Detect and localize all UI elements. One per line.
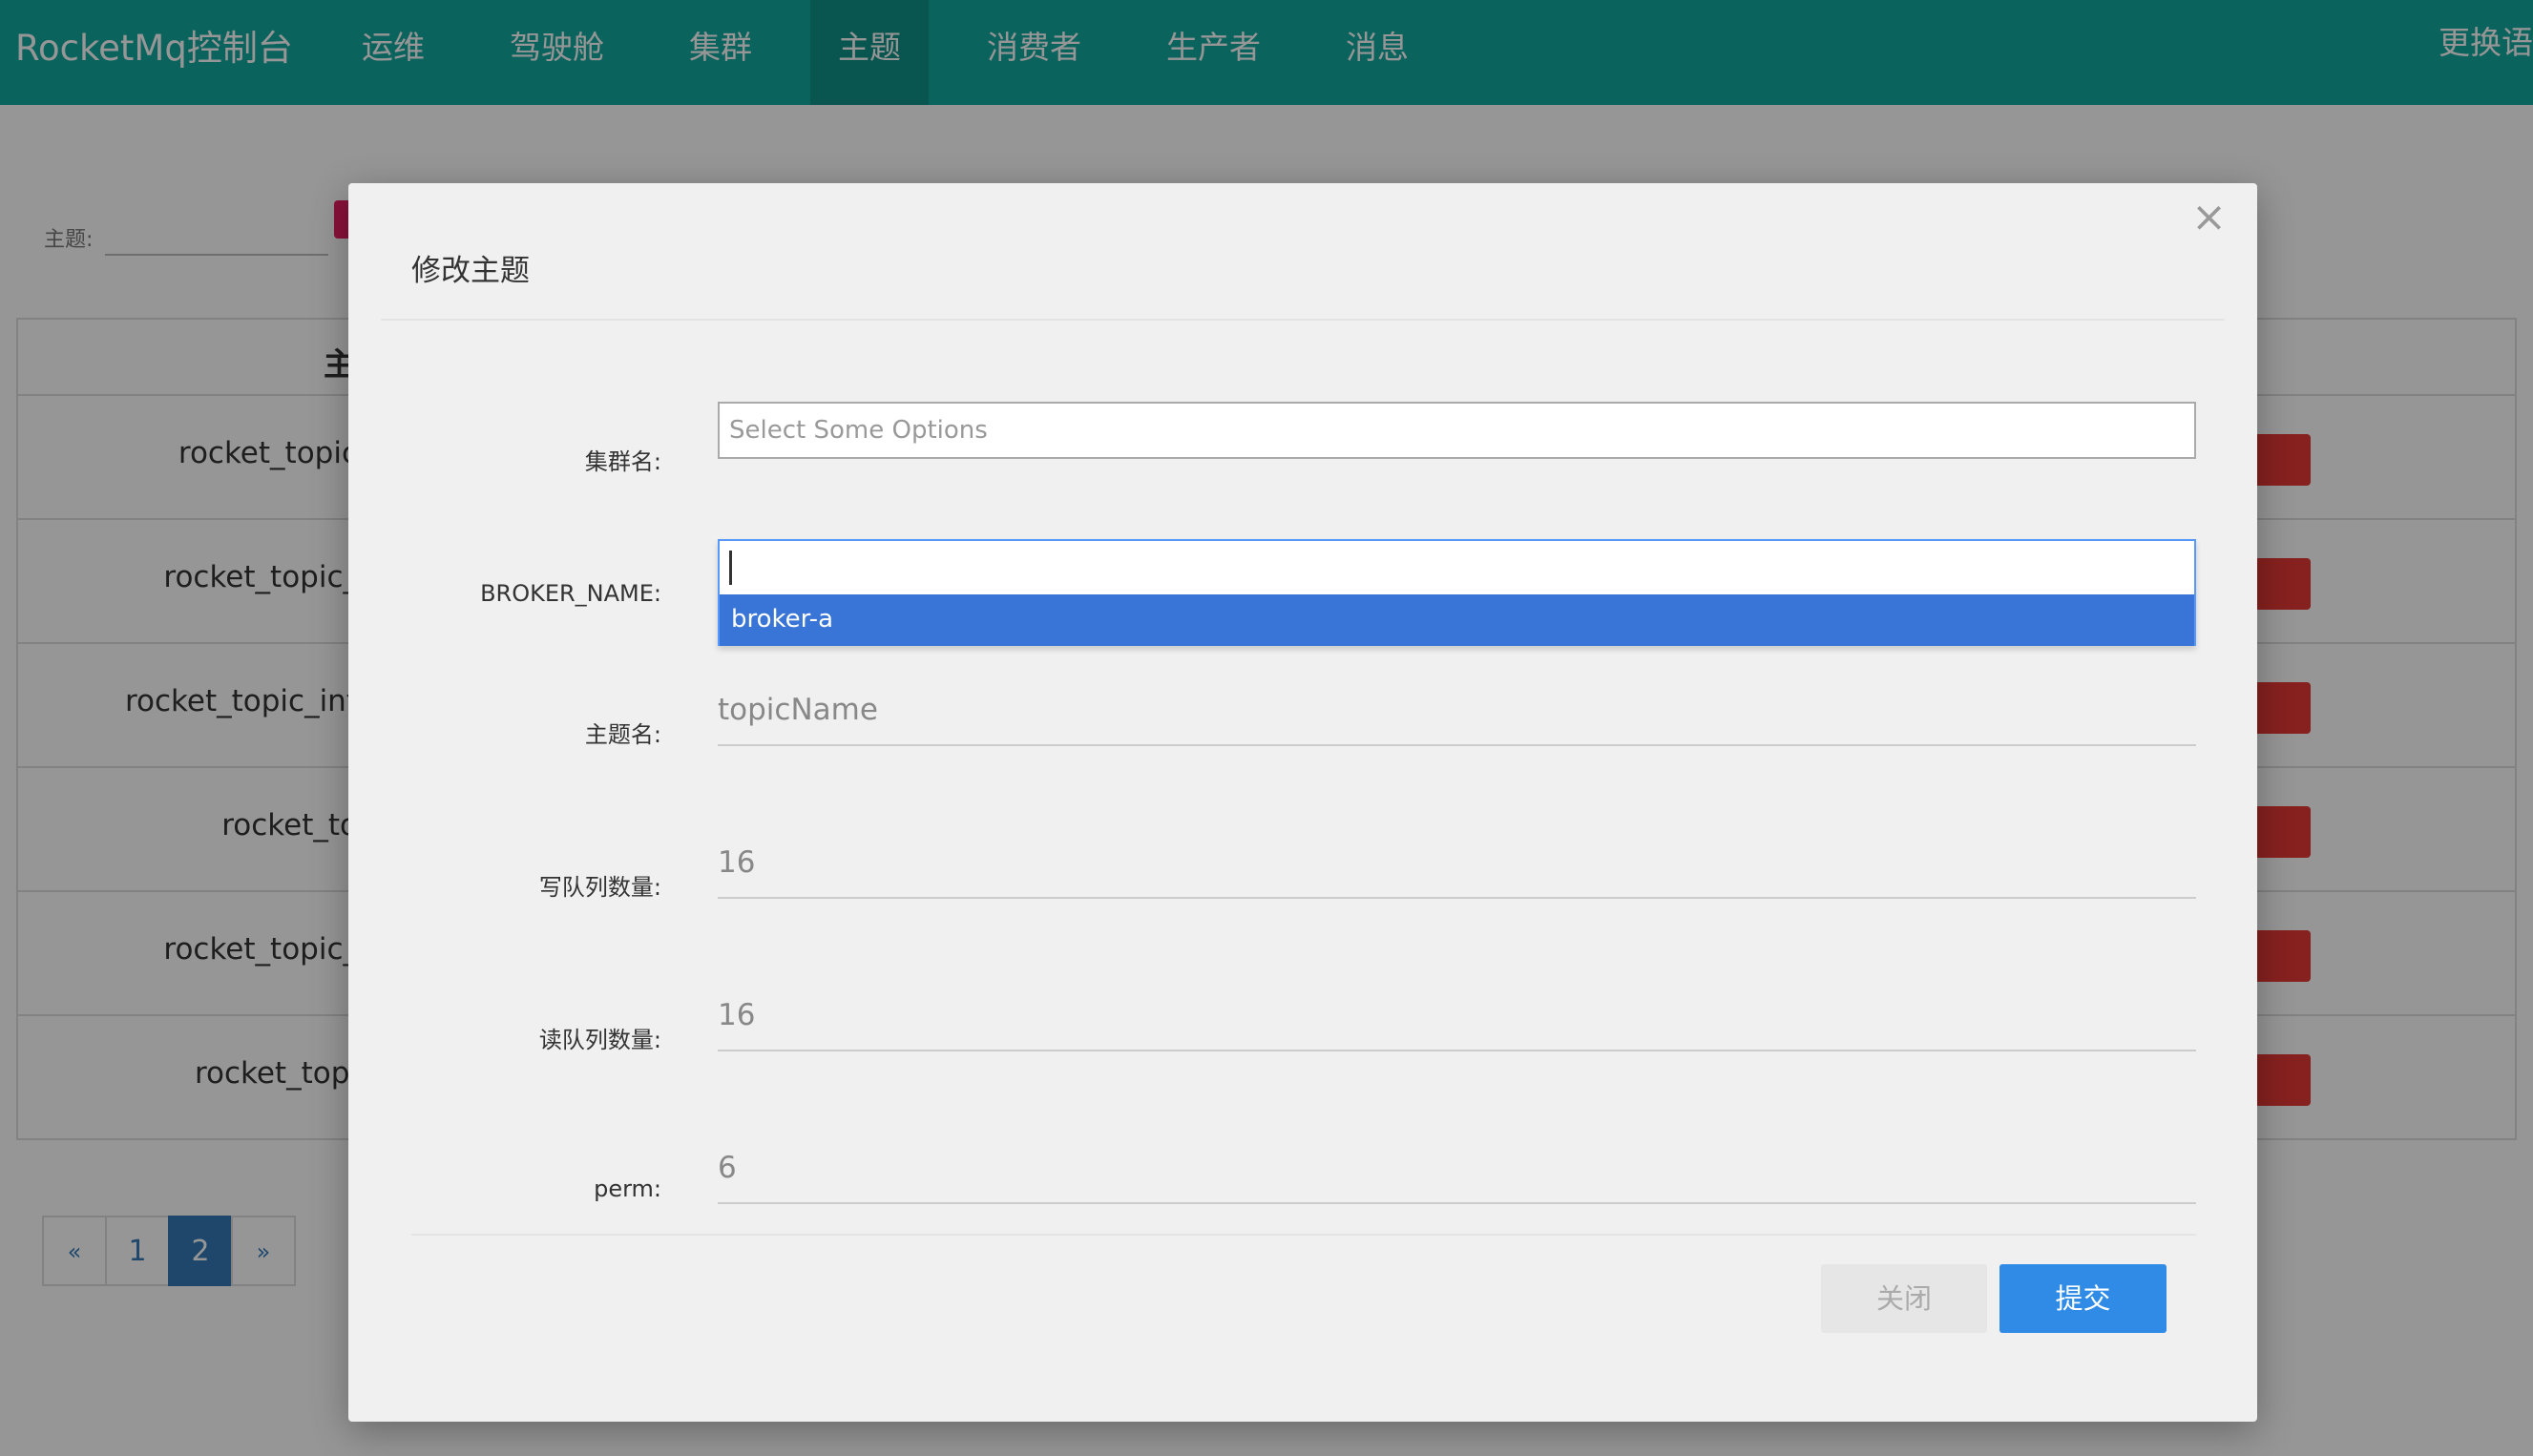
write-queue-label: 写队列数量:	[538, 874, 661, 901]
broker-label: BROKER_NAME:	[480, 580, 661, 607]
broker-select[interactable]: broker-a	[718, 539, 2196, 646]
modal-title: 修改主题	[411, 254, 530, 288]
perm-value: 6	[718, 1151, 737, 1185]
header-divider	[381, 319, 2225, 321]
close-icon[interactable]: ×	[2191, 197, 2227, 239]
write-queue-value: 16	[718, 845, 756, 880]
topic-name-label: 主题名:	[584, 721, 661, 748]
perm-input[interactable]: 6	[718, 1143, 2196, 1204]
read-queue-label: 读队列数量:	[538, 1027, 661, 1053]
broker-option[interactable]: broker-a	[720, 594, 2194, 646]
broker-option-label: broker-a	[731, 605, 833, 634]
cluster-multiselect[interactable]: Select Some Options	[718, 402, 2196, 459]
cluster-label: 集群名:	[584, 448, 661, 475]
read-queue-input[interactable]: 16	[718, 990, 2196, 1051]
edit-topic-modal: × 修改主题 集群名: Select Some Options BROKER_N…	[348, 183, 2257, 1422]
perm-label: perm:	[594, 1175, 661, 1202]
topic-name-placeholder: topicName	[718, 693, 878, 727]
broker-search-input[interactable]	[720, 541, 2194, 594]
submit-button[interactable]: 提交	[1999, 1264, 2167, 1333]
footer-divider	[411, 1234, 2196, 1236]
write-queue-input[interactable]: 16	[718, 838, 2196, 899]
close-button[interactable]: 关闭	[1821, 1264, 1987, 1333]
topic-name-input[interactable]: topicName	[718, 685, 2196, 746]
cluster-placeholder: Select Some Options	[729, 416, 988, 445]
read-queue-value: 16	[718, 998, 756, 1032]
text-cursor	[729, 551, 732, 585]
